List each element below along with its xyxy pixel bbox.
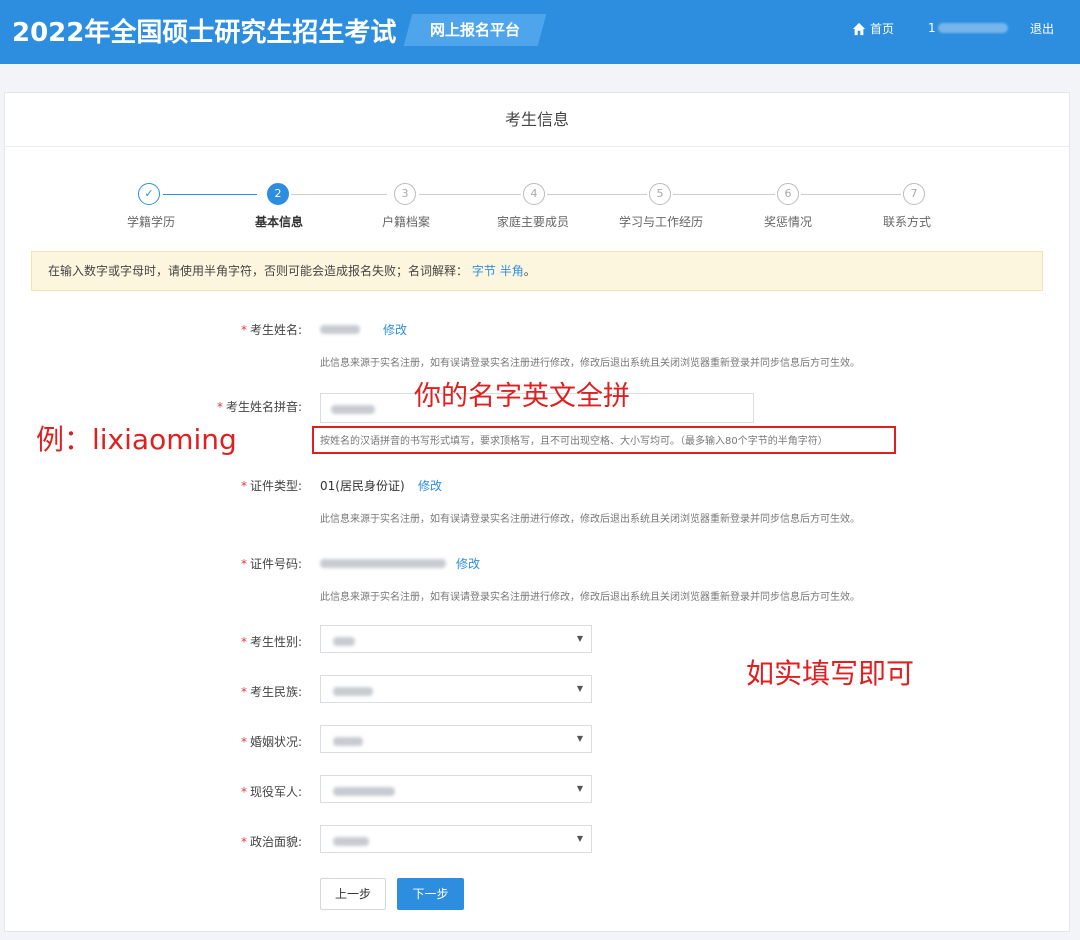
notice-end: 。 <box>523 264 536 278</box>
redacted-text <box>333 686 373 696</box>
platform-tag: 网上报名平台 <box>403 14 547 46</box>
id-number-label-text: 证件号码: <box>249 557 302 571</box>
dropdown-caret-icon: ▼ <box>576 684 583 693</box>
annotation-fill-hint: 如实填写即可 <box>746 657 915 690</box>
dropdown-caret-icon: ▼ <box>576 734 583 743</box>
step-5-label: 学习与工作经历 <box>618 215 704 229</box>
required-mark: * <box>240 735 247 749</box>
redacted-text <box>333 736 363 746</box>
home-icon <box>852 22 866 35</box>
logout-link[interactable]: 退出 <box>1030 20 1054 37</box>
political-label: * 政治面貌: <box>200 833 302 850</box>
step-2-label: 基本信息 <box>254 215 304 229</box>
military-label-text: 现役军人: <box>249 785 302 799</box>
step-2-circle: 2 <box>267 183 289 205</box>
step-connector <box>547 194 647 195</box>
required-mark: * <box>240 685 247 699</box>
redacted-text <box>320 325 360 334</box>
redacted-text <box>320 559 446 568</box>
dropdown-caret-icon: ▼ <box>576 834 583 843</box>
name-help-text: 此信息来源于实名注册，如有误请登录实名注册进行修改，修改后退出系统且关闭浏览器重… <box>320 358 860 369</box>
political-select[interactable]: ▼ <box>320 825 592 853</box>
step-connector <box>419 194 521 195</box>
byte-definition-link[interactable]: 字节 <box>472 264 496 278</box>
required-mark: * <box>240 479 247 493</box>
user-account[interactable]: 1 <box>928 21 1008 35</box>
annotation-example: 例：lixiaoming <box>36 423 237 456</box>
required-mark: * <box>240 785 247 799</box>
pinyin-help-text: 按姓名的汉语拼音的书写形式填写，要求顶格写，且不可出现空格、大小写均可。（最多输… <box>320 436 828 447</box>
id-type-label: * 证件类型: <box>200 477 302 494</box>
military-label: * 现役军人: <box>200 783 302 800</box>
exam-title: 2022年全国硕士研究生招生考试 <box>12 18 397 48</box>
card-title: 考生信息 <box>5 93 1069 147</box>
required-mark: * <box>240 835 247 849</box>
required-mark: * <box>240 635 247 649</box>
annotation-pinyin-hint: 你的名字英文全拼 <box>414 381 630 412</box>
pinyin-label-text: 考生姓名拼音: <box>225 400 302 414</box>
step-3-circle: 3 <box>394 183 416 205</box>
id-type-value: 01(居民身份证) <box>320 479 405 493</box>
military-select[interactable]: ▼ <box>320 775 592 803</box>
id-type-label-text: 证件类型: <box>249 479 302 493</box>
step-7-circle: 7 <box>903 183 925 205</box>
marital-label-text: 婚姻状况: <box>249 735 302 749</box>
required-mark: * <box>240 557 247 571</box>
ethnicity-label-text: 考生民族: <box>249 685 302 699</box>
id-number-label: * 证件号码: <box>200 555 302 572</box>
step-connector <box>673 194 775 195</box>
ethnicity-label: * 考生民族: <box>200 683 302 700</box>
notice-text: 在输入数字或字母时，请使用半角字符，否则可能会造成报名失败；名词解释： <box>48 264 469 278</box>
gender-label: * 考生性别: <box>200 633 302 650</box>
required-mark: * <box>216 400 223 414</box>
top-bar: 2022年全国硕士研究生招生考试 网上报名平台 首页 1 退出 <box>0 0 1080 64</box>
name-label: * 考生姓名: <box>200 321 302 338</box>
next-step-button[interactable]: 下一步 <box>397 878 464 910</box>
step-6-circle: 6 <box>777 183 799 205</box>
name-label-text: 考生姓名: <box>249 323 302 337</box>
marital-label: * 婚姻状况: <box>200 733 302 750</box>
id-number-value-redacted <box>320 556 446 570</box>
pinyin-label: * 考生姓名拼音: <box>180 398 302 415</box>
user-id-redacted <box>937 23 1008 33</box>
step-connector <box>163 194 257 195</box>
previous-step-button[interactable]: 上一步 <box>320 878 386 910</box>
political-label-text: 政治面貌: <box>249 835 302 849</box>
name-value-redacted <box>320 322 360 336</box>
step-1-label: 学籍学历 <box>126 215 176 229</box>
step-connector <box>291 194 387 195</box>
gender-label-text: 考生性别: <box>249 635 302 649</box>
redacted-text <box>333 786 395 796</box>
edit-id-type-link[interactable]: 修改 <box>418 477 442 494</box>
ethnicity-select[interactable]: ▼ <box>320 675 592 703</box>
half-width-notice: 在输入数字或字母时，请使用半角字符，否则可能会造成报名失败；名词解释： 字节 半… <box>31 251 1043 291</box>
half-width-definition-link[interactable]: 半角 <box>500 264 524 278</box>
redacted-text <box>333 836 369 846</box>
step-6-label: 奖惩情况 <box>763 215 813 229</box>
dropdown-caret-icon: ▼ <box>576 634 583 643</box>
required-mark: * <box>240 323 247 337</box>
dropdown-caret-icon: ▼ <box>576 784 583 793</box>
step-5-circle: 5 <box>649 183 671 205</box>
user-id-prefix: 1 <box>928 21 936 35</box>
progress-steps: ✓ 2 3 4 5 6 7 学籍学历 基本信息 户籍档案 家庭主要成员 学习与工… <box>5 183 1069 233</box>
platform-tag-label: 网上报名平台 <box>429 21 520 39</box>
home-link-label: 首页 <box>870 22 895 36</box>
step-1-check-icon: ✓ <box>138 183 160 205</box>
step-7-label: 联系方式 <box>882 215 932 229</box>
redacted-text <box>331 404 375 414</box>
step-3-label: 户籍档案 <box>381 215 431 229</box>
step-4-circle: 4 <box>523 183 545 205</box>
redacted-text <box>333 636 355 646</box>
id-number-help-text: 此信息来源于实名注册，如有误请登录实名注册进行修改，修改后退出系统且关闭浏览器重… <box>320 592 860 603</box>
gender-select[interactable]: ▼ <box>320 625 592 653</box>
id-type-help-text: 此信息来源于实名注册，如有误请登录实名注册进行修改，修改后退出系统且关闭浏览器重… <box>320 514 860 525</box>
step-4-label: 家庭主要成员 <box>496 215 570 229</box>
step-connector <box>801 194 901 195</box>
home-link[interactable]: 首页 <box>852 20 894 37</box>
marital-select[interactable]: ▼ <box>320 725 592 753</box>
edit-name-link[interactable]: 修改 <box>383 321 407 338</box>
edit-id-number-link[interactable]: 修改 <box>456 555 480 572</box>
